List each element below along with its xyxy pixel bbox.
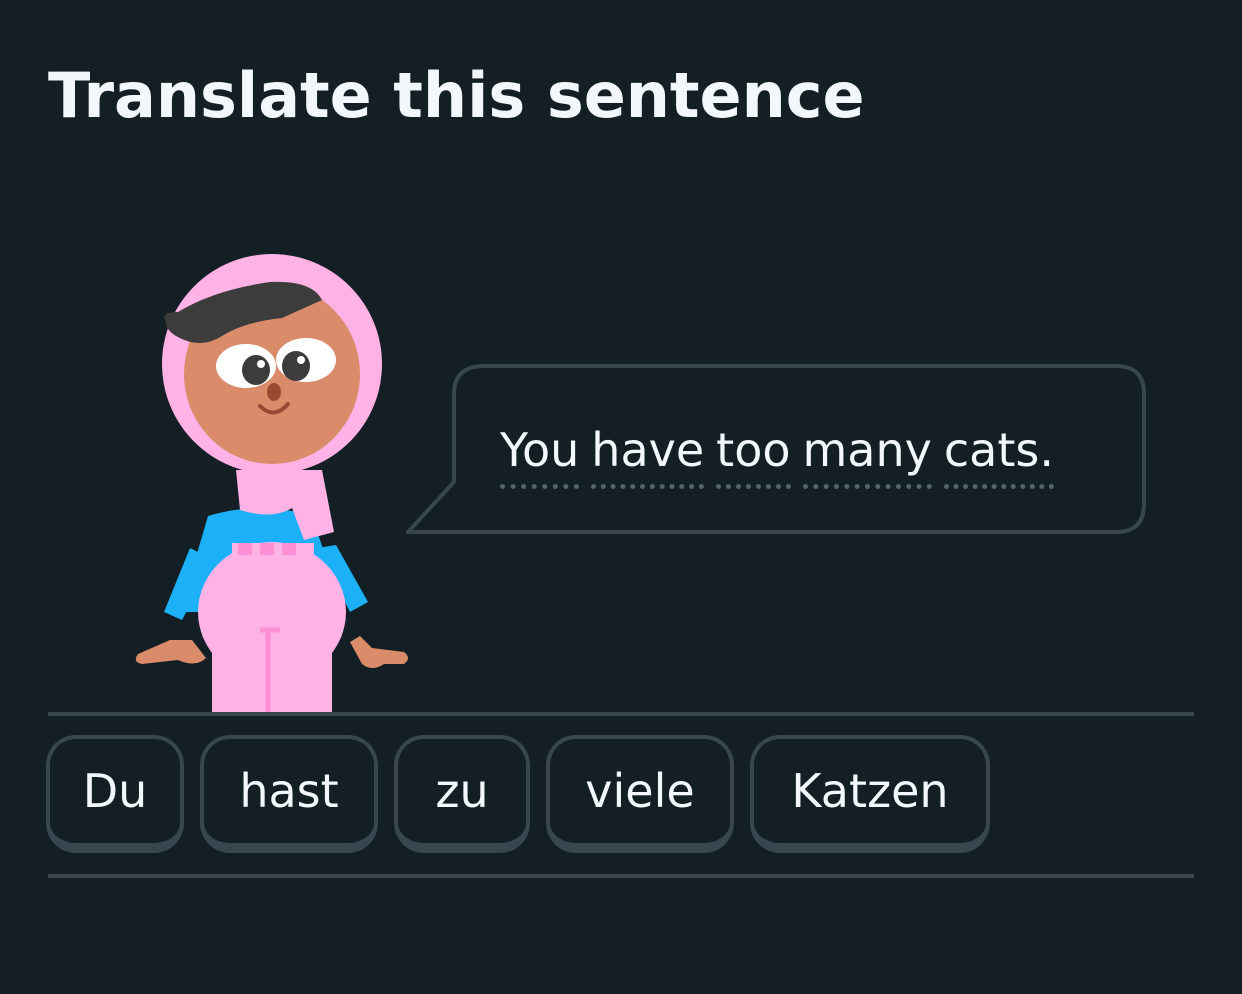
word-hint[interactable]: You	[500, 418, 580, 489]
word-tile-zu[interactable]: zu	[394, 735, 530, 853]
word-hint[interactable]: have	[591, 418, 705, 489]
sentence-text: You have too many cats.	[500, 418, 1054, 489]
character-illustration	[135, 254, 408, 712]
word-tile-hast[interactable]: hast	[200, 735, 378, 853]
word-tile-du[interactable]: Du	[46, 735, 184, 853]
lesson-screen: Translate this sentence You have too man…	[0, 0, 1242, 994]
answer-line-bottom	[48, 874, 1194, 878]
word-tile-viele[interactable]: viele	[546, 735, 734, 853]
word-tile-katzen[interactable]: Katzen	[750, 735, 990, 853]
word-hint[interactable]: cats.	[943, 418, 1054, 489]
page-title: Translate this sentence	[48, 59, 865, 132]
answer-line-top	[48, 712, 1194, 716]
word-hint[interactable]: many	[802, 418, 932, 489]
word-bank: Du hast zu viele Katzen	[46, 735, 990, 853]
word-hint[interactable]: too	[716, 418, 791, 489]
speech-bubble: You have too many cats.	[404, 364, 1148, 536]
